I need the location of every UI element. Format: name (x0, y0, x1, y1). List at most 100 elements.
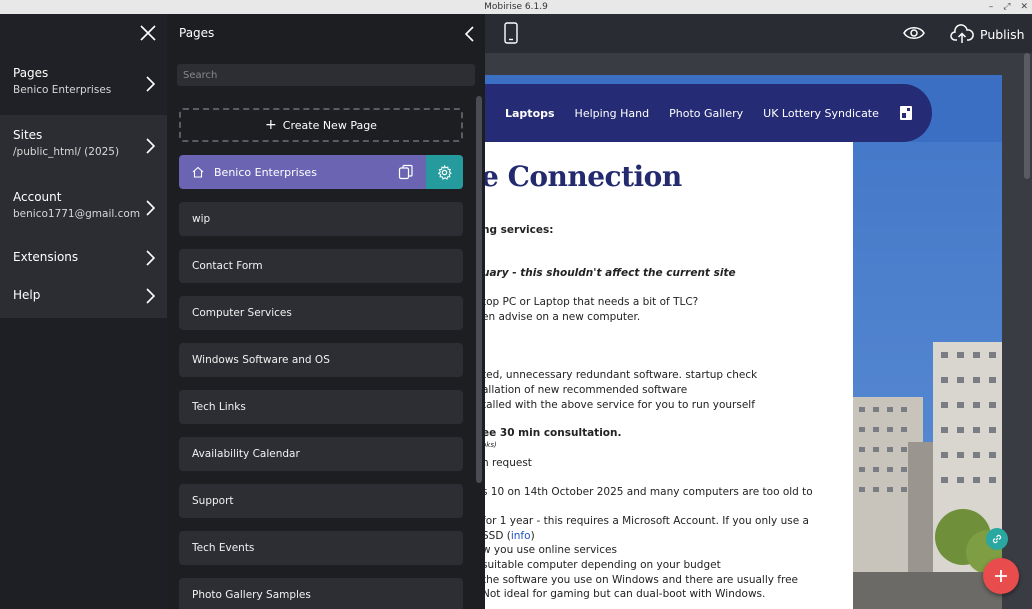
publish-label: Publish (980, 26, 1025, 42)
page-item-label: Windows Software and OS (192, 354, 330, 366)
window-titlebar: Mobirise 6.1.9 – ⤢ ✕ (0, 0, 1032, 14)
nav-item-sites[interactable]: Sites /public_html/ (2025) (0, 115, 167, 177)
content-line: ted, unnecessary redundant software. sta… (485, 369, 758, 381)
left-nav-header (0, 14, 167, 53)
maximize-icon[interactable]: ⤢ (1003, 0, 1010, 14)
left-nav-empty (0, 318, 167, 609)
content-line: the software you use on Windows and ther… (485, 574, 799, 586)
close-icon[interactable] (139, 24, 157, 42)
chevron-left-icon[interactable] (465, 26, 475, 42)
page-item[interactable]: Windows Software and OS (179, 343, 463, 377)
content-line: ng services: (485, 224, 554, 236)
nav-item-label: Sites (13, 128, 43, 142)
editor-toolbar: Publish (485, 14, 1032, 53)
page-item[interactable]: wip (179, 202, 463, 236)
content-line: Not ideal for gaming but can dual-boot w… (485, 588, 766, 600)
gear-icon (437, 164, 452, 180)
link-fab-button[interactable] (986, 528, 1008, 550)
info-link[interactable]: info (511, 530, 531, 542)
site-navbar: Laptops Helping Hand Photo Gallery UK Lo… (485, 84, 932, 142)
site-nav-helping-hand[interactable]: Helping Hand (575, 107, 650, 120)
preview-eye-icon[interactable] (903, 25, 925, 41)
page-item-label: Tech Links (192, 401, 246, 413)
page-item-label: Photo Gallery Samples (192, 589, 311, 601)
canvas-scrollbar[interactable] (1024, 53, 1030, 179)
nav-item-help[interactable]: Help (0, 277, 167, 315)
chevron-right-icon (146, 76, 155, 92)
page-item-label: Tech Events (192, 542, 255, 554)
window-controls: – ⤢ ✕ (989, 0, 1028, 14)
nav-item-extensions[interactable]: Extensions (0, 239, 167, 277)
chevron-right-icon (146, 288, 155, 304)
nav-item-label: Pages (13, 66, 49, 80)
nav-item-label: Account (13, 190, 62, 204)
page-item[interactable]: Support (179, 484, 463, 518)
page-item[interactable]: Photo Gallery Samples (179, 578, 463, 609)
content-text: SSD ( (485, 530, 511, 542)
page-item[interactable]: Tech Links (179, 390, 463, 424)
site-nav-photo-gallery[interactable]: Photo Gallery (669, 107, 743, 120)
content-line: talled with the above service for you to… (485, 399, 755, 411)
page-settings-button[interactable] (426, 155, 463, 189)
content-text: ) (530, 530, 535, 542)
page-item[interactable]: Computer Services (179, 296, 463, 330)
content-line: en advise on a new computer. (485, 311, 641, 323)
home-icon (192, 166, 204, 178)
page-item[interactable]: Availability Calendar (179, 437, 463, 471)
create-new-page-button[interactable]: + Create New Page (179, 108, 463, 142)
cloud-upload-icon (950, 24, 974, 43)
building-illustration (853, 342, 1002, 609)
content-line: uary - this shouldn't affect the current… (485, 267, 736, 279)
page-item-label: Computer Services (192, 307, 292, 319)
page-content: e Connection ng services: uary - this sh… (485, 142, 853, 609)
content-line: suitable computer depending on your budg… (485, 559, 721, 571)
publish-button[interactable]: Publish (950, 22, 1025, 46)
nav-item-pages[interactable]: Pages Benico Enterprises (0, 53, 167, 115)
page-item-label: Support (192, 495, 234, 507)
page-item[interactable]: Contact Form (179, 249, 463, 283)
chevron-right-icon (146, 138, 155, 154)
content-line: ee 30 min consultation. (485, 427, 622, 439)
pages-panel: Pages + Create New Page Benico Enterpris… (167, 14, 485, 609)
content-line: n request (485, 457, 532, 469)
nav-item-sub: Benico Enterprises (13, 84, 112, 96)
left-nav: Pages Benico Enterprises Sites /public_h… (0, 14, 167, 318)
page-item-label: wip (192, 213, 211, 225)
page-item-label: Benico Enterprises (214, 165, 317, 179)
pages-panel-header: Pages (167, 14, 485, 53)
site-nav-laptops[interactable]: Laptops (505, 107, 555, 120)
nav-item-sub: /public_html/ (2025) (13, 146, 120, 158)
add-block-button[interactable] (983, 558, 1019, 594)
pages-scrollbar[interactable] (476, 96, 482, 483)
content-line: for 1 year - this requires a Microsoft A… (485, 515, 809, 527)
nav-item-label: Extensions (13, 250, 79, 264)
page-item[interactable]: Tech Events (179, 531, 463, 565)
window-title: Mobirise 6.1.9 (484, 2, 548, 12)
content-line: top PC or Laptop that needs a bit of TLC… (485, 296, 699, 308)
site-nav-uk-lottery[interactable]: UK Lottery Syndicate (763, 107, 879, 120)
search-input[interactable] (177, 64, 475, 86)
pages-panel-title: Pages (179, 26, 215, 40)
close-window-icon[interactable]: ✕ (1020, 0, 1028, 14)
mobile-view-icon[interactable] (504, 22, 518, 44)
duplicate-icon[interactable] (398, 164, 414, 180)
chevron-right-icon (146, 200, 155, 216)
plus-icon: + (265, 117, 277, 133)
chevron-right-icon (146, 250, 155, 266)
page-item-label: Availability Calendar (192, 448, 300, 460)
nav-item-label: Help (13, 288, 41, 302)
building-photo (853, 142, 1002, 609)
page-heading: e Connection (485, 160, 682, 193)
nav-item-account[interactable]: Account benico1771@gmail.com (0, 177, 167, 239)
page-item-label: Contact Form (192, 260, 263, 272)
content-line: SSD (info) (485, 530, 535, 542)
content-line: allation of new recommended software (485, 384, 688, 396)
content-line: oks) (485, 441, 497, 449)
content-line: w you use online services (485, 544, 617, 556)
content-line: s 10 on 14th October 2025 and many compu… (485, 486, 813, 498)
calculator-icon[interactable] (899, 105, 913, 121)
page-item-active[interactable]: Benico Enterprises (179, 155, 463, 189)
minimize-icon[interactable]: – (989, 0, 994, 14)
link-icon (992, 534, 1002, 544)
plus-icon (995, 570, 1007, 582)
